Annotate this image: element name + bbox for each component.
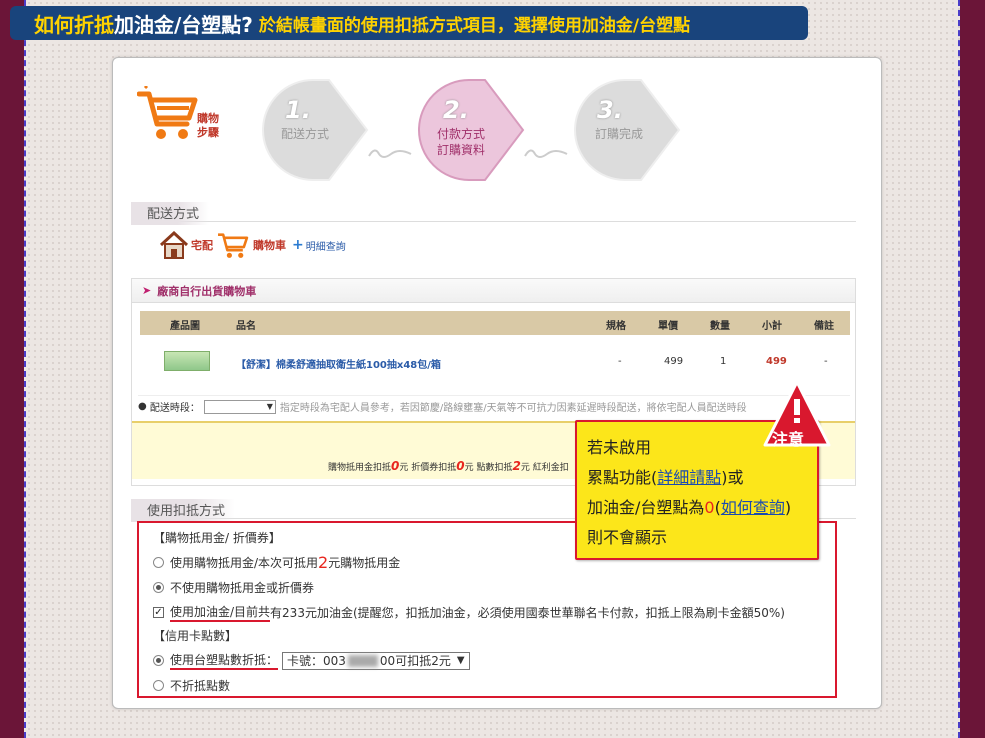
warning-label: 注意 (772, 430, 805, 449)
cart-icon (218, 233, 249, 258)
delivery-section-header: 配送方式 (131, 202, 856, 225)
cart-table-header: 產品圖 品名 規格 單價 數量 小計 備註 (140, 311, 850, 335)
title-part2: 加油金/台塑點? (114, 12, 253, 37)
how-to-check-link[interactable]: 如何查詢 (721, 498, 785, 517)
details-link[interactable]: 詳細請點 (657, 468, 721, 487)
title-part1: 如何折抵 (34, 12, 114, 37)
plus-icon[interactable]: + (292, 237, 304, 253)
option-use-fuel-credit[interactable]: ✓ 使用加油金/目前共 有233元加油金(提醒您，扣抵加油金，必須使用國泰世華聯名… (153, 603, 785, 622)
radio-button[interactable] (153, 557, 164, 568)
chevron-down-icon: ▼ (456, 655, 465, 666)
home-delivery-label: 宅配 (191, 239, 213, 252)
step-connector-icon (524, 149, 568, 158)
delivery-time-row: ● 配送時段： ▼ 指定時段為宅配人員參考，若因節慶/路線壅塞/天氣等不可抗力因… (138, 395, 850, 414)
group-label-coupon: 【購物抵用金/ 折價券】 (153, 531, 281, 545)
radio-button-selected[interactable] (153, 655, 164, 666)
step-connector-icon (368, 149, 412, 158)
page-title: 如何折抵 加油金/台塑點? 於結帳畫面的使用扣抵方式項目，選擇使用加油金/台塑點 (10, 6, 808, 40)
option-no-shopping-credit[interactable]: 不使用購物抵用金或折價券 (153, 579, 314, 596)
arrow-right-icon: ➤ (142, 284, 152, 297)
radio-button[interactable] (153, 680, 164, 691)
table-row: 【舒潔】棉柔舒適抽取衛生紙100抽x48包/箱 - 499 1 499 - (140, 337, 850, 387)
product-name-link[interactable]: 【舒潔】棉柔舒適抽取衛生紙100抽x48包/箱 (236, 356, 441, 371)
group-label-points: 【信用卡點數】 (153, 629, 238, 643)
radio-button-selected[interactable] (153, 582, 164, 593)
delivery-time-select[interactable]: ▼ (203, 399, 276, 414)
step-3: 3. 訂購完成 (573, 78, 683, 186)
cart-label: 購物車 (253, 239, 286, 252)
title-part3: 於結帳畫面的使用扣抵方式項目，選擇使用加油金/台塑點 (258, 15, 691, 36)
product-image[interactable] (164, 351, 210, 371)
detail-query-link[interactable]: 明細查詢 (306, 238, 346, 253)
option-use-points[interactable]: 使用台塑點數折抵： 卡號：003 00可扣抵2元 ▼ (153, 651, 470, 670)
step-1: 1. 配送方式 (261, 78, 371, 186)
bullet-icon: ● (138, 401, 150, 412)
delivery-method-row: 宅配 購物車 + 明細查詢 (159, 230, 346, 260)
option-no-points[interactable]: 不折抵點數 (153, 677, 230, 694)
steps-label: 購物 步驟 (197, 112, 219, 139)
step-2: 2. 付款方式 訂購資料 (417, 78, 527, 186)
checkbox-checked[interactable]: ✓ (153, 607, 164, 618)
card-number-select[interactable]: 卡號：003 00可扣抵2元 ▼ (282, 651, 470, 670)
shopping-cart-icon (137, 86, 198, 139)
vendor-cart-header: ➤ 廠商自行出貨購物車 (132, 279, 855, 303)
option-use-shopping-credit[interactable]: 使用購物抵用金/本次可抵用 2 元購物抵用金 (153, 553, 400, 572)
house-icon (159, 231, 189, 259)
masked-card-digits (347, 654, 378, 667)
deduction-summary: 購物抵用金扣抵0元 折價券扣抵0元 點數扣抵2元 紅利金扣 (328, 459, 569, 473)
